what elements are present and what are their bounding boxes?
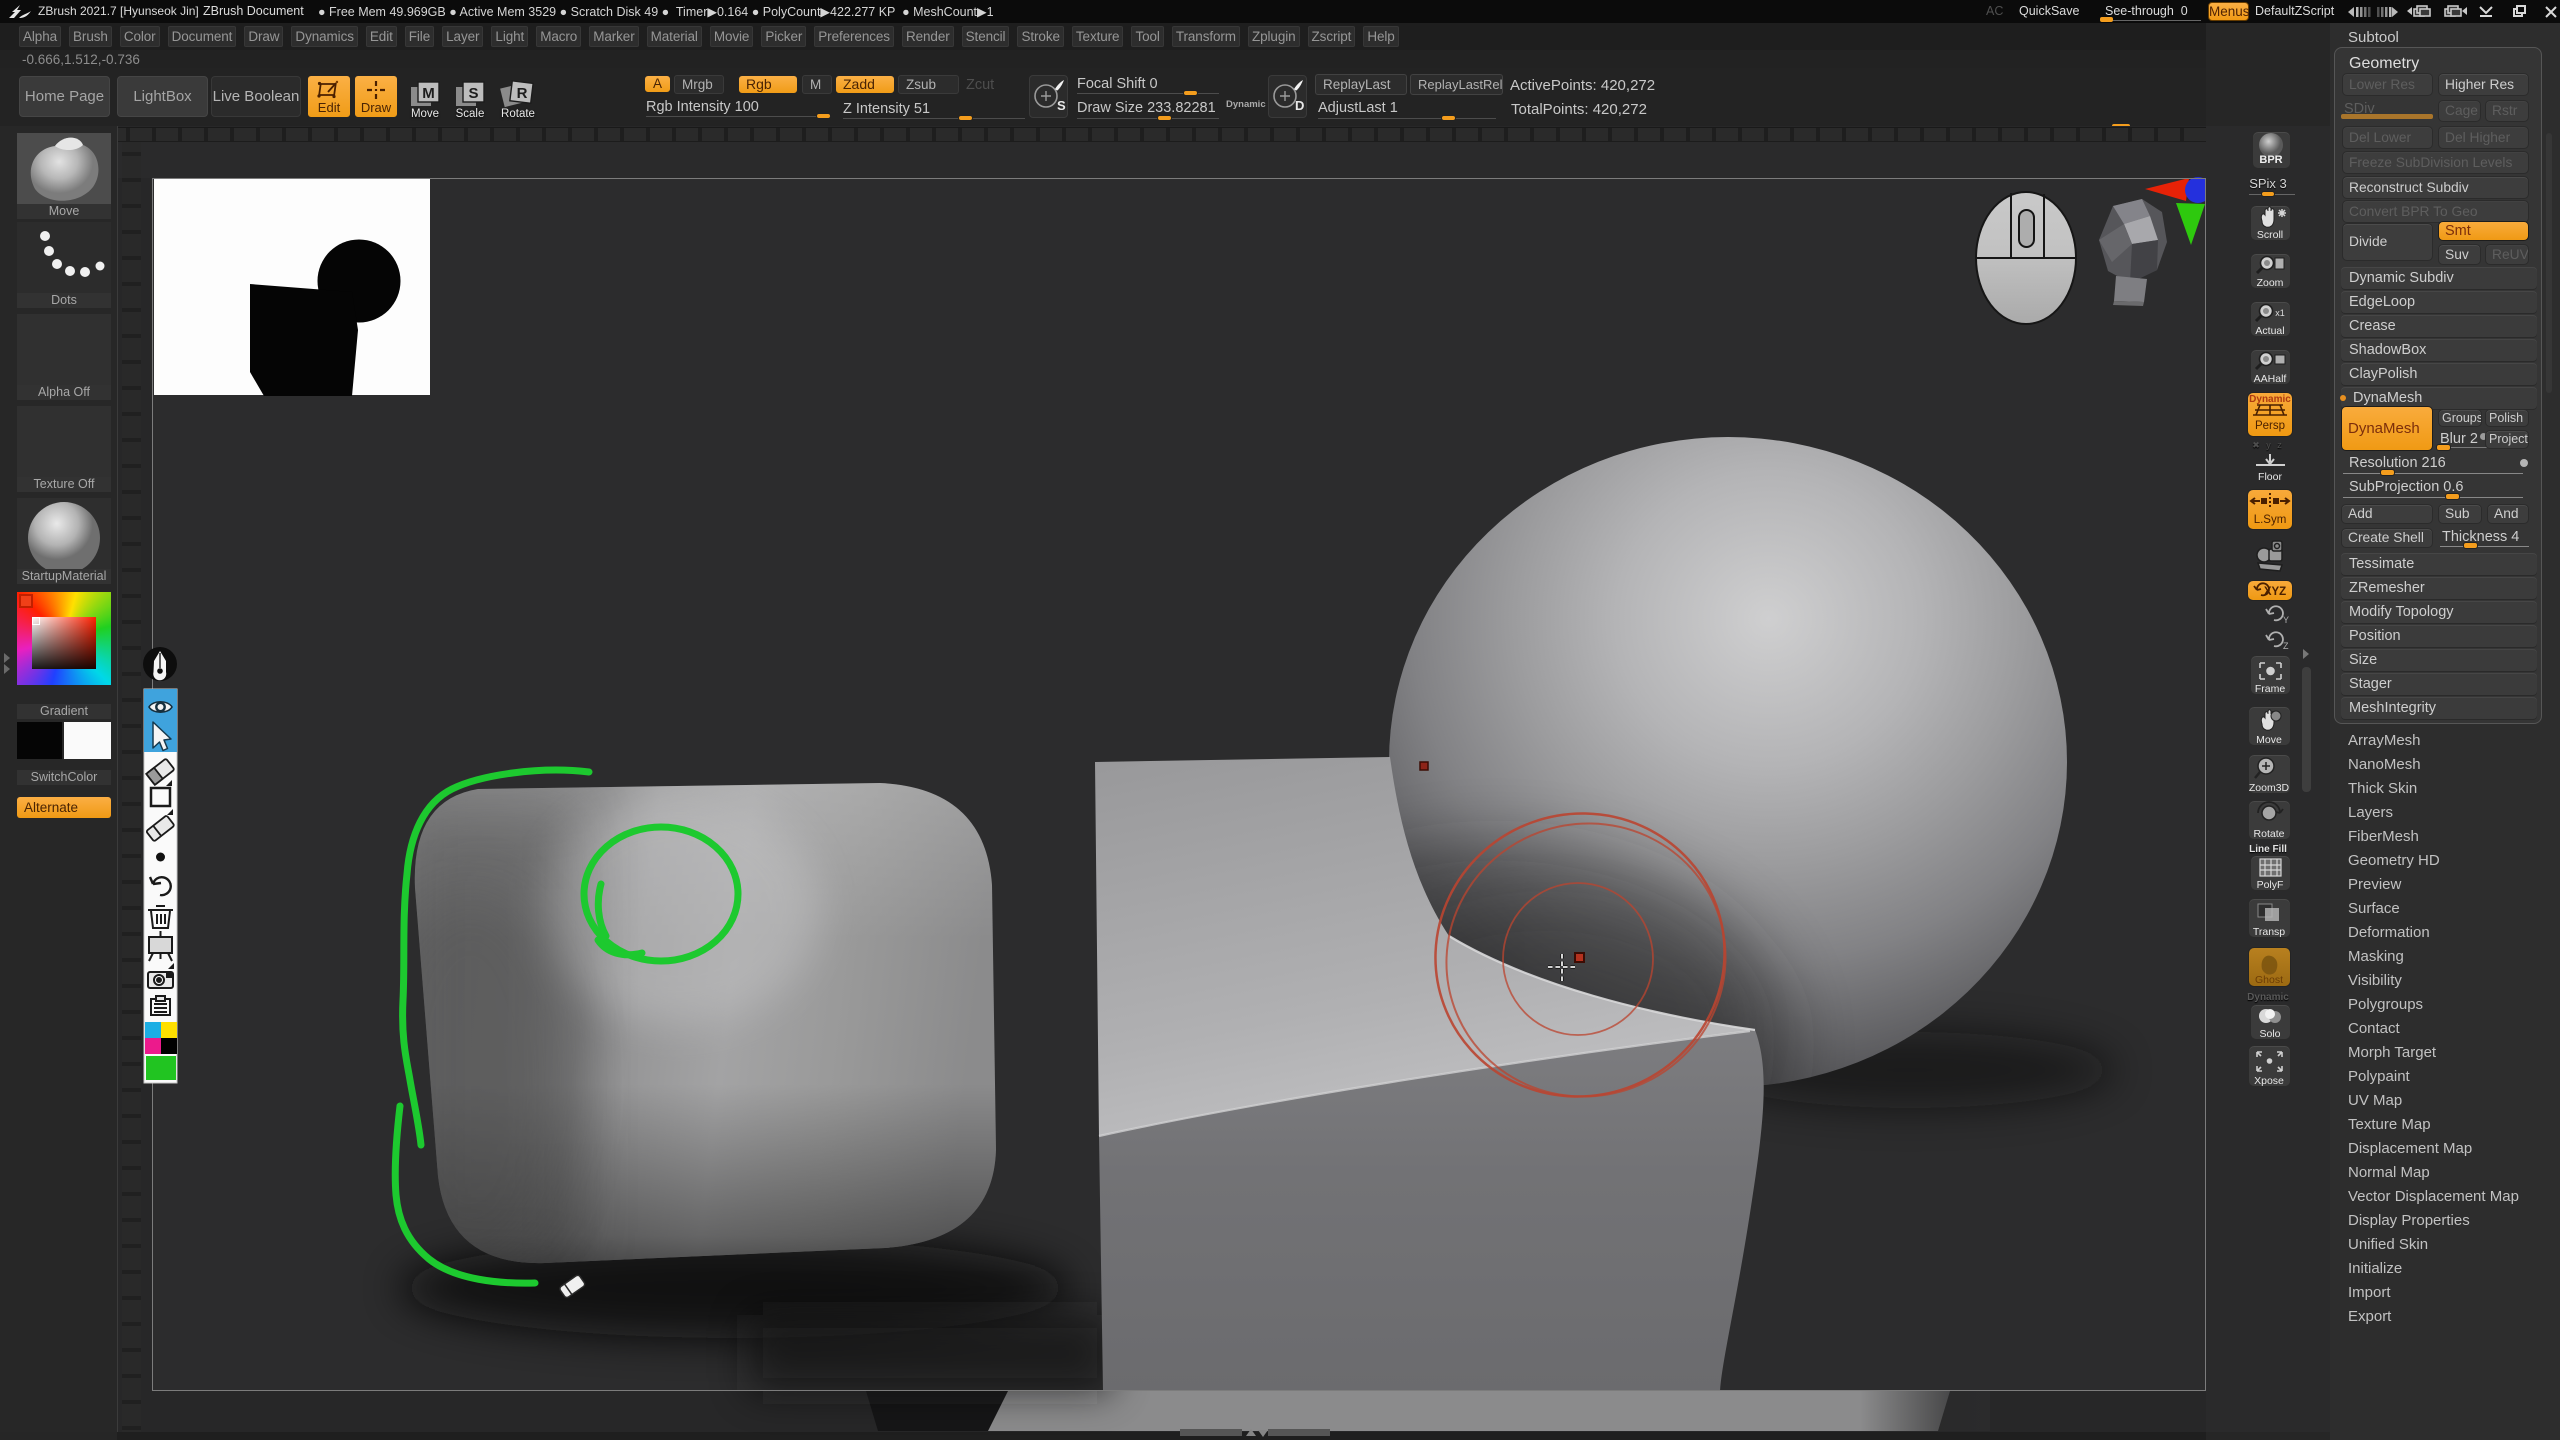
- svg-text:Transp: Transp: [2253, 926, 2285, 938]
- svg-text:Scroll: Scroll: [2257, 229, 2283, 241]
- svg-text:M: M: [422, 85, 435, 102]
- svg-text:Solo: Solo: [2259, 1028, 2280, 1040]
- svg-text:Floor: Floor: [2258, 471, 2282, 483]
- svg-text:Ghost: Ghost: [2255, 974, 2283, 986]
- svg-text:R: R: [517, 85, 528, 102]
- svg-text:Frame: Frame: [2255, 683, 2285, 695]
- svg-text:S: S: [1057, 98, 1066, 113]
- svg-text:BPR: BPR: [2259, 154, 2282, 166]
- svg-text:D: D: [1295, 98, 1304, 113]
- svg-text:Zoom3D: Zoom3D: [2249, 782, 2290, 794]
- svg-text:AAHalf: AAHalf: [2254, 373, 2287, 385]
- svg-text:Move: Move: [2256, 734, 2282, 746]
- svg-text:Y: Y: [2283, 615, 2289, 625]
- svg-text:Xpose: Xpose: [2254, 1075, 2284, 1087]
- svg-text:Actual: Actual: [2255, 325, 2284, 337]
- svg-text:Dynamic: Dynamic: [2249, 394, 2291, 405]
- svg-text:L.Sym: L.Sym: [2254, 514, 2287, 526]
- svg-text:Persp: Persp: [2255, 420, 2285, 432]
- svg-text:S: S: [468, 85, 478, 102]
- svg-text:x1: x1: [2275, 308, 2285, 318]
- svg-text:Z: Z: [2283, 641, 2289, 651]
- svg-text:XYZ: XYZ: [2264, 586, 2286, 598]
- svg-text:Zoom: Zoom: [2257, 277, 2284, 289]
- svg-text:Rotate: Rotate: [2254, 828, 2285, 840]
- svg-text:PolyF: PolyF: [2257, 879, 2284, 891]
